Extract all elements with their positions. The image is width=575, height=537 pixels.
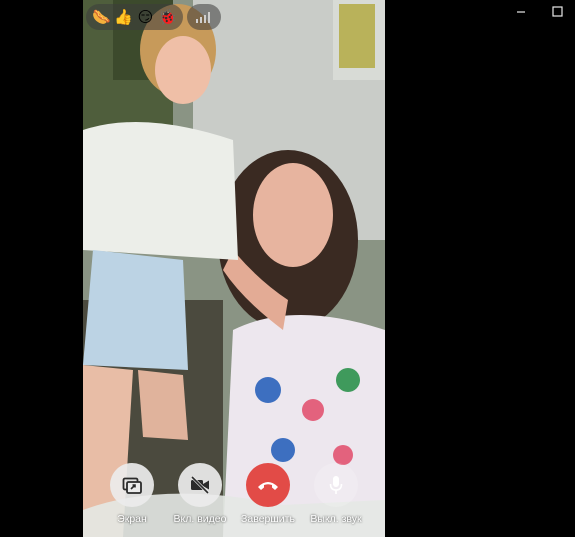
mute-control: Выкл. звук [301,463,371,525]
signal-indicator[interactable] [187,4,221,30]
ladybug-emoji-icon[interactable]: 🐞 [158,8,177,26]
microphone-icon [329,476,343,494]
hang-up-icon [258,482,278,490]
video-toggle-label: Вкл. видео [173,513,227,525]
end-call-control: Завершить [233,463,303,525]
screen-share-icon [122,477,142,494]
maximize-icon [551,5,563,17]
call-controls: Экран Вкл. видео Завершить Выкл. звук [83,460,385,537]
mute-button[interactable] [314,463,358,507]
signal-strength-icon [196,12,210,23]
minimize-icon [517,11,525,13]
screen-share-control: Экран [97,463,167,525]
remote-video [83,0,385,537]
mute-label: Выкл. звук [310,513,362,525]
sausage-emoji-icon[interactable]: 🌭 [92,8,111,26]
video-toggle-button[interactable] [178,463,222,507]
end-call-button[interactable] [246,463,290,507]
screen-share-label: Экран [117,513,147,525]
screen-share-button[interactable] [110,463,154,507]
video-frame [83,0,385,537]
reaction-bar: 🌭 👍 😏 🐞 [86,4,221,30]
end-call-label: Завершить [241,513,295,525]
maximize-button[interactable] [539,0,575,22]
thumbs-up-emoji-icon[interactable]: 👍 [114,8,133,26]
call-window: 🌭 👍 😏 🐞 Экран Вкл. видео Завершить Выкл.… [0,0,575,537]
window-caption-controls [503,0,575,22]
video-off-icon [190,476,210,494]
video-toggle-control: Вкл. видео [165,463,235,525]
minimize-button[interactable] [503,0,539,22]
emoji-reactions: 🌭 👍 😏 🐞 [86,4,183,30]
smirk-emoji-icon[interactable]: 😏 [136,8,155,26]
